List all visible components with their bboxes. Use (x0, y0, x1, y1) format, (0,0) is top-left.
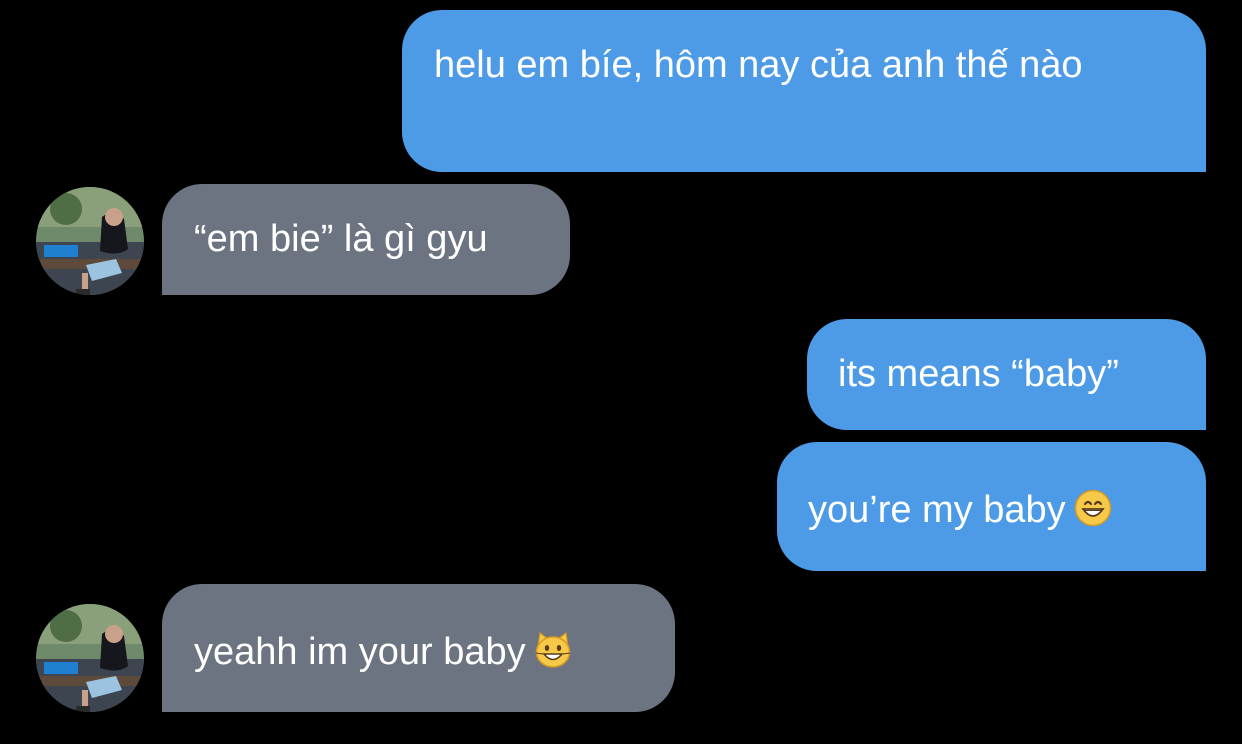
message-text: its means “baby” (838, 353, 1119, 395)
message-text: helu em bíe, hôm nay của anh thế nào (434, 44, 1083, 86)
message-bubble-received[interactable]: yeahh im your baby (162, 584, 675, 712)
contact-avatar[interactable] (36, 187, 144, 295)
message-bubble-received[interactable]: “em bie” là gì gyu (162, 184, 570, 295)
grinning-face-icon (1074, 489, 1112, 527)
message-bubble-sent[interactable]: its means “baby” (807, 319, 1206, 430)
message-bubble-sent[interactable]: you’re my baby (777, 442, 1206, 571)
message-text: “em bie” là gì gyu (194, 218, 488, 260)
grinning-cat-icon (534, 631, 572, 669)
contact-avatar[interactable] (36, 604, 144, 712)
message-text: you’re my baby (808, 489, 1066, 531)
message-text: yeahh im your baby (194, 631, 526, 673)
message-bubble-sent[interactable]: helu em bíe, hôm nay của anh thế nào (402, 10, 1206, 172)
